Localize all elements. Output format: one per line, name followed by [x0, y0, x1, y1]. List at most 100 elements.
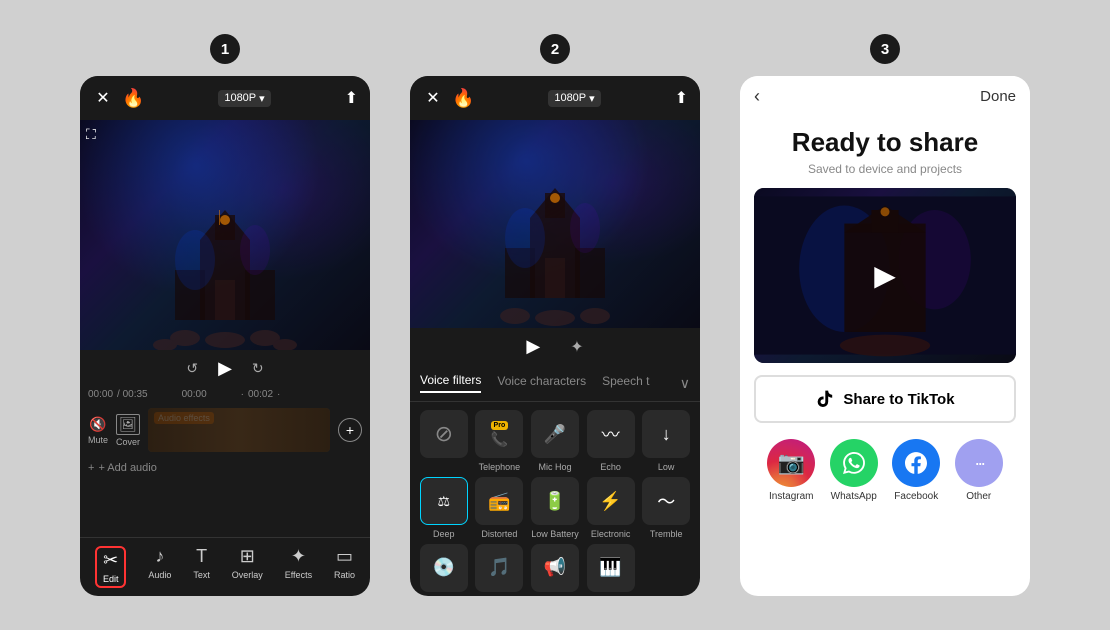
tab-voice-filters[interactable]: Voice filters	[420, 373, 481, 393]
back-button[interactable]: ‹	[754, 86, 760, 107]
filter-deep[interactable]: ⚖ Deep	[418, 477, 470, 540]
mute-button[interactable]: 🔇 Mute	[88, 416, 108, 445]
filter-electronic-label: Electronic	[591, 529, 631, 540]
tool-overlay[interactable]: ⊞ Overlay	[232, 546, 263, 588]
phone-frame-2: ✕ 🔥 1080P ▾ ⬆	[410, 76, 700, 596]
quality-badge-2[interactable]: 1080P ▾	[548, 90, 600, 107]
tiktok-label: Share to TikTok	[843, 391, 954, 408]
undo-button[interactable]: ↺	[186, 360, 198, 377]
edit-icon: ✂	[103, 550, 118, 571]
tool-edit-label: Edit	[103, 574, 119, 584]
facebook-icon	[892, 439, 940, 487]
tool-effects[interactable]: ✦ Effects	[285, 546, 312, 588]
video-preview-1: ⛶	[80, 120, 370, 350]
social-whatsapp[interactable]: WhatsApp	[830, 439, 878, 502]
text-icon: T	[196, 546, 207, 567]
filter-megaphone[interactable]: 📢 Megaphone	[529, 544, 581, 596]
filter-lofi[interactable]: 🎵 Lo-Fi	[474, 544, 526, 596]
filter-vinyl[interactable]: 💿 Vinyl	[418, 544, 470, 596]
filter-none-icon: ⊘	[420, 410, 468, 458]
filter-tremble[interactable]: 〜 Tremble	[640, 477, 692, 540]
filter-electronic[interactable]: ⚡ Electronic	[585, 477, 637, 540]
filter-electronic-icon: ⚡	[587, 477, 635, 525]
redo-button[interactable]: ↻	[252, 360, 264, 377]
filter-deep-icon: ⚖	[420, 477, 468, 525]
add-audio-row[interactable]: + + Add audio	[80, 458, 370, 478]
social-facebook[interactable]: Facebook	[892, 439, 940, 502]
share-tiktok-button[interactable]: Share to TikTok	[754, 375, 1016, 423]
upload-icon-2[interactable]: ⬆	[675, 88, 688, 108]
whatsapp-label: WhatsApp	[831, 491, 877, 502]
audio-icon: ♪	[155, 546, 164, 567]
overlay-icon: ⊞	[240, 546, 255, 567]
filter-tremble-icon: 〜	[642, 477, 690, 525]
tab-speech-text[interactable]: Speech t	[602, 374, 649, 392]
tool-overlay-label: Overlay	[232, 570, 263, 580]
filter-echo[interactable]: 〰 Echo	[585, 410, 637, 473]
filter-low-battery-icon: 🔋	[531, 477, 579, 525]
tool-text[interactable]: T Text	[193, 546, 210, 588]
timeline-tracks-1: 🔇 Mute 🖼 Cover Audio effects +	[80, 402, 370, 458]
filter-synth-icon: 🎹	[587, 544, 635, 592]
play-button-1[interactable]: ▶	[218, 358, 232, 379]
filter-distorted-icon: 📻	[475, 477, 523, 525]
tool-effects-label: Effects	[285, 570, 312, 580]
share-header: ‹ Done	[740, 76, 1030, 117]
filter-tremble-label: Tremble	[650, 529, 683, 540]
step-3-number: 3	[870, 34, 900, 64]
cover-button[interactable]: 🖼 Cover	[116, 414, 140, 447]
tool-edit[interactable]: ✂ Edit	[95, 546, 127, 588]
phone-header-1: ✕ 🔥 1080P ▾ ⬆	[80, 76, 370, 120]
social-instagram[interactable]: 📷 Instagram	[767, 439, 815, 502]
filter-telephone[interactable]: Pro 📞 Telephone	[474, 410, 526, 473]
upload-icon-1[interactable]: ⬆	[345, 88, 358, 108]
timeline-area-1: ↺ ▶ ↻ 00:00 / 00:35 00:00 · 00:02 · 🔇 Mu…	[80, 350, 370, 537]
add-track-button[interactable]: +	[338, 418, 362, 442]
instagram-label: Instagram	[769, 491, 813, 502]
filter-echo-label: Echo	[600, 462, 621, 473]
tool-text-label: Text	[193, 570, 210, 580]
play-button-2[interactable]: ▶	[526, 336, 540, 357]
done-button[interactable]: Done	[980, 88, 1016, 105]
filter-synth[interactable]: 🎹 Synth	[585, 544, 637, 596]
filter-distorted[interactable]: 📻 Distorted	[474, 477, 526, 540]
filter-vinyl-icon: 💿	[420, 544, 468, 592]
close-button-1[interactable]: ✕	[92, 87, 114, 109]
filter-mic-hog-icon: 🎤	[531, 410, 579, 458]
social-row: 📷 Instagram WhatsApp	[740, 431, 1030, 510]
quality-badge-1[interactable]: 1080P ▾	[218, 90, 270, 107]
effects-icon: ✦	[291, 546, 306, 567]
filter-low-battery[interactable]: 🔋 Low Battery	[529, 477, 581, 540]
social-other[interactable]: ··· Other	[955, 439, 1003, 502]
share-preview: ▶	[754, 188, 1016, 363]
filter-telephone-icon: Pro 📞	[475, 410, 523, 458]
tool-audio-label: Audio	[148, 570, 171, 580]
voice-tabs: Voice filters Voice characters Speech t …	[410, 365, 700, 402]
tool-ratio[interactable]: ▭ Ratio	[334, 546, 355, 588]
filter-low-icon: ↓	[642, 410, 690, 458]
time-bar-1: 00:00 / 00:35 00:00 · 00:02 ·	[80, 387, 370, 402]
fullscreen-button-1[interactable]: ⛶	[86, 126, 96, 143]
chevron-down-icon[interactable]: ∨	[680, 375, 690, 392]
filter-low[interactable]: ↓ Low	[640, 410, 692, 473]
church-silhouette-1	[145, 200, 305, 350]
step-2-number: 2	[540, 34, 570, 64]
tool-audio[interactable]: ♪ Audio	[148, 546, 171, 588]
video-preview-2	[410, 120, 700, 328]
tab-voice-characters[interactable]: Voice characters	[497, 374, 586, 392]
pro-badge: Pro	[491, 421, 509, 430]
share-play-button[interactable]: ▶	[874, 259, 896, 292]
church-silhouette-2	[475, 178, 635, 328]
playback-bar-2: ▶ ✦	[410, 328, 700, 365]
bottom-toolbar-1: ✂ Edit ♪ Audio T Text ⊞ Overlay ✦ Effe	[80, 537, 370, 596]
filter-megaphone-icon: 📢	[531, 544, 579, 592]
flame-icon-1: 🔥	[122, 88, 144, 109]
close-button-2[interactable]: ✕	[422, 87, 444, 109]
step-1-number: 1	[210, 34, 240, 64]
magic-button[interactable]: ✦	[570, 337, 583, 357]
filter-none[interactable]: ⊘	[418, 410, 470, 473]
phone-header-2: ✕ 🔥 1080P ▾ ⬆	[410, 76, 700, 120]
filter-distorted-label: Distorted	[481, 529, 517, 540]
step-1-container: 1 ✕ 🔥 1080P ▾ ⬆	[80, 34, 370, 596]
filter-mic-hog[interactable]: 🎤 Mic Hog	[529, 410, 581, 473]
